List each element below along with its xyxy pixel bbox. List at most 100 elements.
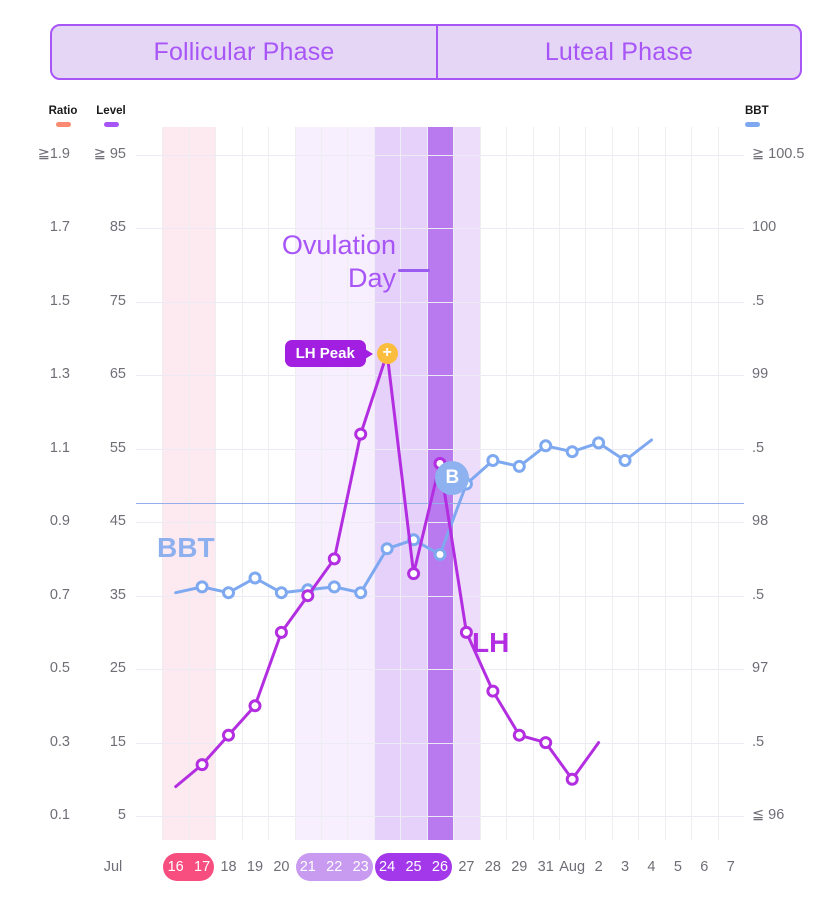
date-label-24[interactable]: 24 xyxy=(374,852,400,882)
level-tick: 35 xyxy=(109,586,126,603)
date-label-18[interactable]: 18 xyxy=(215,852,241,882)
lh-point[interactable] xyxy=(301,589,315,603)
bbt-point[interactable] xyxy=(274,586,288,600)
legend-bbt: BBT xyxy=(745,105,789,127)
phase-follicular[interactable]: Follicular Phase xyxy=(52,26,438,78)
date-label-22[interactable]: 22 xyxy=(321,852,347,882)
level-tick: 55 xyxy=(109,439,126,456)
date-label-aug[interactable]: Aug xyxy=(559,852,585,882)
bbt-series-label: BBT xyxy=(157,532,215,563)
lh-point[interactable] xyxy=(327,552,341,566)
bbt-point[interactable] xyxy=(433,548,447,561)
plus-icon[interactable]: + xyxy=(376,342,398,364)
phase-luteal[interactable]: Luteal Phase xyxy=(438,26,800,78)
bbt-tick: 98 xyxy=(752,513,769,530)
date-label-28[interactable]: 28 xyxy=(480,852,506,882)
bbt-point[interactable] xyxy=(565,445,579,459)
level-tick: 15 xyxy=(109,733,126,750)
level-tick: 25 xyxy=(109,660,126,677)
ovulation-line2: Day xyxy=(347,263,396,294)
lh-point[interactable] xyxy=(354,427,368,441)
bbt-point[interactable] xyxy=(512,459,526,473)
ovulation-line1: Ovulation xyxy=(281,230,396,260)
bbt-tick: 97 xyxy=(752,660,769,677)
level-tick: 65 xyxy=(109,366,126,383)
ovulation-pointer-dash xyxy=(398,269,430,272)
bbt-tick: .5 xyxy=(752,733,765,750)
ratio-tick: 1.7 xyxy=(49,219,70,236)
lh-point[interactable] xyxy=(248,699,262,713)
ratio-tick: 1.5 xyxy=(49,292,70,309)
lh-series-label: LH xyxy=(472,627,510,658)
bbt-point[interactable] xyxy=(327,580,341,594)
bbt-point[interactable] xyxy=(354,586,368,600)
lh-point[interactable] xyxy=(274,625,288,639)
date-label-20[interactable]: 20 xyxy=(268,852,294,882)
level-tick: 45 xyxy=(109,513,126,530)
bbt-point[interactable] xyxy=(248,571,262,585)
date-label-4[interactable]: 4 xyxy=(638,852,664,882)
date-label-17[interactable]: 17 xyxy=(189,852,215,882)
date-label-25[interactable]: 25 xyxy=(400,852,426,882)
legend-ratio-label: Ratio xyxy=(48,105,78,117)
legend-ratio: Ratio xyxy=(42,105,84,127)
bbt-point[interactable] xyxy=(486,454,500,467)
bbt-point[interactable] xyxy=(380,542,394,556)
ratio-tick: 0.3 xyxy=(49,733,70,750)
level-tick: 75 xyxy=(109,292,126,309)
date-label-21[interactable]: 21 xyxy=(295,852,321,882)
date-label-5[interactable]: 5 xyxy=(665,852,691,882)
lh-point[interactable] xyxy=(486,684,500,698)
lh-peak-badge[interactable]: LH Peak xyxy=(284,339,374,367)
axis-bbt: ≧ 100.5 100 .5 99 .5 98 .5 97 .5 ≦ 96 xyxy=(752,127,832,840)
ratio-tick: 0.7 xyxy=(49,586,70,603)
lh-point[interactable] xyxy=(222,728,235,742)
legend-level: Level xyxy=(90,105,132,127)
lh-point[interactable] xyxy=(459,625,473,639)
bbt-point[interactable] xyxy=(195,580,209,594)
bbt-tick: .5 xyxy=(752,586,765,603)
level-tick: 85 xyxy=(109,219,126,236)
date-axis: Jul 16 17 18 19 20 21 22 23 24 25 26 27 28 29 31 Aug 2 3 4… xyxy=(104,852,744,886)
bbt-point[interactable] xyxy=(222,586,235,600)
bbt-point[interactable] xyxy=(618,454,632,467)
ratio-tick: 0.5 xyxy=(49,660,70,677)
date-label-23[interactable]: 23 xyxy=(347,852,373,882)
lh-line xyxy=(174,351,601,789)
ratio-tick: 0.9 xyxy=(49,513,70,530)
date-label-2[interactable]: 2 xyxy=(585,852,611,882)
date-label-19[interactable]: 19 xyxy=(242,852,268,882)
bbt-tick: .5 xyxy=(752,439,765,456)
date-label-3[interactable]: 3 xyxy=(612,852,638,882)
date-label-31[interactable]: 31 xyxy=(533,852,559,882)
level-tick: 5 xyxy=(117,807,126,823)
bbt-point[interactable] xyxy=(592,436,606,450)
date-label-26[interactable]: 26 xyxy=(427,852,453,882)
bbt-tick: 99 xyxy=(752,366,769,383)
date-label-29[interactable]: 29 xyxy=(506,852,532,882)
lh-point[interactable] xyxy=(195,758,209,772)
legend-bbt-label: BBT xyxy=(745,105,769,117)
ratio-tick: 0.1 xyxy=(49,807,70,823)
date-label-7[interactable]: 7 xyxy=(718,852,744,882)
ratio-tick: 1.3 xyxy=(49,366,70,383)
axis-level: ≧ 95 85 75 65 55 45 35 25 15 5 xyxy=(74,127,126,840)
bbt-tick: 100 xyxy=(752,219,777,236)
lh-point[interactable] xyxy=(539,736,553,750)
lh-point[interactable] xyxy=(407,567,421,581)
axis-ratio: ≧1.9 1.7 1.5 1.3 1.1 0.9 0.7 0.5 0.3 0.1 xyxy=(14,127,70,840)
ratio-tick: ≧1.9 xyxy=(37,146,70,162)
lh-point[interactable] xyxy=(565,772,579,786)
bbt-tick: ≦ 96 xyxy=(752,807,785,823)
lh-point[interactable] xyxy=(512,728,526,742)
date-label-6[interactable]: 6 xyxy=(691,852,717,882)
ovulation-day-annotation: Ovulation Day xyxy=(236,229,396,295)
ratio-tick: 1.1 xyxy=(49,439,70,456)
bbt-point[interactable] xyxy=(539,439,553,453)
date-label-27[interactable]: 27 xyxy=(453,852,479,882)
bbt-tick: ≧ 100.5 xyxy=(752,146,805,162)
chart-plot-area[interactable]: Ovulation Day BBT LH LH Peak + B xyxy=(136,127,744,840)
date-label-16[interactable]: 16 xyxy=(162,852,188,882)
legend-level-label: Level xyxy=(96,105,126,117)
phase-bar: Follicular Phase Luteal Phase xyxy=(50,24,802,80)
